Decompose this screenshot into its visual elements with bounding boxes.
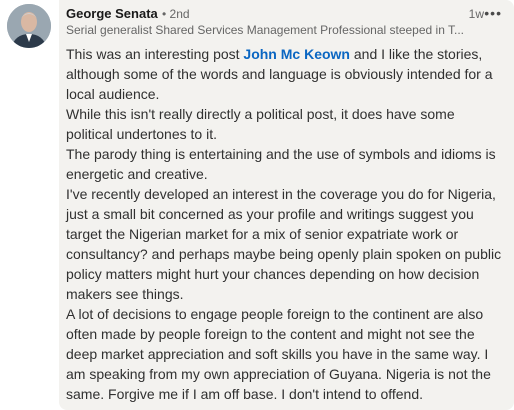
comment-line: political undertones to it. xyxy=(66,126,217,142)
comment-line: same. Forgive me if I am off base. I don… xyxy=(66,386,424,402)
comment-line: local audience. xyxy=(66,86,160,102)
comment-line: often made by people foreign to the cont… xyxy=(66,326,475,342)
comment-text-segment: and I like the stories, xyxy=(349,46,483,62)
comment-line: consultancy? and perhaps maybe being ope… xyxy=(66,246,502,262)
comment-line: although some of the words and language … xyxy=(66,66,493,82)
comment-text-segment: This was an interesting post xyxy=(66,46,244,62)
comment-line: energetic and creative. xyxy=(66,166,208,182)
comment-card: George Senata • 2nd 1w ••• Serial genera… xyxy=(59,0,514,410)
author-name[interactable]: George Senata xyxy=(66,5,158,22)
comment-text: This was an interesting post John Mc Keo… xyxy=(66,44,506,404)
comment-line: This was an interesting post John Mc Keo… xyxy=(66,44,506,64)
comment-line: deep market appreciation and soft skills… xyxy=(66,346,489,362)
comment-timestamp: 1w xyxy=(468,7,484,21)
comment-line: A lot of decisions to engage people fore… xyxy=(66,306,484,322)
comment-line: makers see things. xyxy=(66,286,184,302)
comment-line: While this isn't really directly a polit… xyxy=(66,106,455,122)
comment-line: am speaking from my own appreciation of … xyxy=(66,366,491,382)
comment-line: just a small bit concerned as your profi… xyxy=(66,206,474,222)
connection-degree: • 2nd xyxy=(162,7,190,21)
comment-header: George Senata • 2nd 1w ••• xyxy=(66,5,502,23)
comment-line: I've recently developed an interest in t… xyxy=(66,186,496,202)
more-horizontal-icon[interactable]: ••• xyxy=(484,5,502,21)
avatar[interactable] xyxy=(7,4,51,48)
mention-link[interactable]: John Mc Keown xyxy=(243,46,350,62)
comment-line: The parody thing is entertaining and the… xyxy=(66,146,496,162)
comment-line: target the Nigerian market for a mix of … xyxy=(66,226,459,242)
comment-line: policy matters might hurt your chances d… xyxy=(66,266,480,282)
author-headline: Serial generalist Shared Services Manage… xyxy=(66,23,464,37)
